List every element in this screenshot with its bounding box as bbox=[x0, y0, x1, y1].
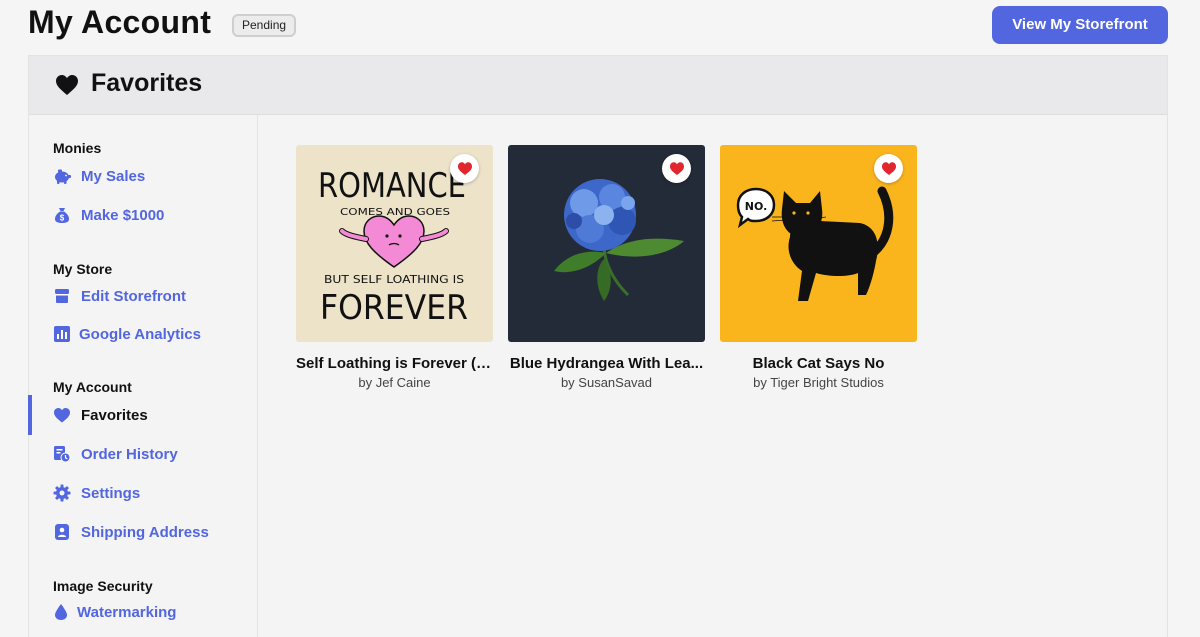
section-title-my-account: My Account bbox=[53, 379, 132, 395]
section-title-image-security: Image Security bbox=[53, 578, 153, 594]
artwork-title[interactable]: Self Loathing is Forever (c... bbox=[296, 355, 493, 372]
heart-icon bbox=[669, 162, 684, 175]
sidebar-item-label: Google Analytics bbox=[79, 325, 201, 343]
favorite-toggle-button[interactable] bbox=[662, 154, 691, 183]
sidebar-item-label: Make $1000 bbox=[81, 206, 165, 224]
money-bag-icon: $ bbox=[53, 206, 71, 224]
sidebar-item-label: My Sales bbox=[81, 167, 146, 185]
heart-icon bbox=[53, 406, 71, 424]
sidebar-item-label: Shipping Address bbox=[81, 523, 209, 541]
sidebar-item-settings[interactable]: Settings bbox=[53, 481, 140, 505]
bar-chart-icon bbox=[53, 325, 71, 343]
art-text: COMES AND GOES bbox=[340, 207, 450, 218]
artist-name[interactable]: by SusanSavad bbox=[508, 375, 705, 390]
sidebar: Monies My Sales $ Make $1000 My Store Ed… bbox=[28, 115, 258, 637]
artwork-title[interactable]: Blue Hydrangea With Lea... bbox=[508, 355, 705, 372]
page-header: My Account Pending View My Storefront bbox=[0, 0, 1200, 56]
sidebar-item-edit-storefront[interactable]: Edit Storefront bbox=[53, 284, 186, 308]
panel-header: Favorites bbox=[29, 56, 1167, 115]
receipt-clock-icon bbox=[53, 445, 71, 463]
sidebar-item-label: Watermarking bbox=[77, 603, 177, 621]
sidebar-item-my-sales[interactable]: My Sales bbox=[53, 164, 145, 188]
artwork-title[interactable]: Black Cat Says No bbox=[720, 355, 917, 372]
favorite-card[interactable]: ROMANCE COMES AND GOES BUT SELF LOATHING… bbox=[296, 145, 493, 390]
artwork-image[interactable]: ROMANCE COMES AND GOES BUT SELF LOATHING… bbox=[296, 145, 493, 342]
sidebar-item-favorites[interactable]: Favorites bbox=[53, 403, 148, 427]
active-indicator bbox=[28, 395, 32, 435]
sidebar-item-order-history[interactable]: Order History bbox=[53, 442, 178, 466]
artwork-image[interactable] bbox=[508, 145, 705, 342]
piggy-bank-icon bbox=[53, 167, 71, 185]
heart-icon bbox=[55, 74, 79, 96]
sidebar-item-watermarking[interactable]: Watermarking bbox=[53, 600, 176, 624]
artwork-image[interactable]: NO. bbox=[720, 145, 917, 342]
sidebar-item-google-analytics[interactable]: Google Analytics bbox=[53, 322, 201, 346]
art-text: ROMANCE bbox=[318, 166, 466, 206]
favorite-card[interactable]: NO. Black Cat Says No by Tiger Bright St… bbox=[720, 145, 917, 390]
sidebar-item-label: Edit Storefront bbox=[81, 287, 186, 305]
favorite-toggle-button[interactable] bbox=[450, 154, 479, 183]
page-title: My Account bbox=[28, 4, 212, 40]
address-book-icon bbox=[53, 523, 71, 541]
sidebar-item-shipping-address[interactable]: Shipping Address bbox=[53, 520, 209, 544]
section-title-monies: Monies bbox=[53, 140, 102, 156]
panel-title: Favorites bbox=[91, 69, 203, 97]
view-storefront-button[interactable]: View My Storefront bbox=[992, 6, 1168, 44]
sidebar-item-label: Favorites bbox=[81, 406, 148, 424]
heart-icon bbox=[881, 162, 896, 175]
heart-icon bbox=[457, 162, 472, 175]
art-text: BUT SELF LOATHING IS bbox=[324, 273, 464, 286]
sidebar-item-label: Settings bbox=[81, 484, 141, 502]
favorite-toggle-button[interactable] bbox=[874, 154, 903, 183]
art-text: FOREVER bbox=[320, 288, 468, 328]
art-text: NO. bbox=[745, 200, 768, 213]
droplet-icon bbox=[53, 603, 69, 621]
svg-text:$: $ bbox=[60, 214, 65, 223]
favorite-card[interactable]: Blue Hydrangea With Lea... by SusanSavad bbox=[508, 145, 705, 390]
artist-name[interactable]: by Jef Caine bbox=[296, 375, 493, 390]
sidebar-item-make-1000[interactable]: $ Make $1000 bbox=[53, 203, 164, 227]
gear-icon bbox=[53, 484, 71, 502]
sidebar-item-label: Order History bbox=[81, 445, 178, 463]
account-panel: Favorites Monies My Sales $ Make $1000 M… bbox=[28, 55, 1168, 637]
storefront-icon bbox=[53, 287, 71, 305]
artist-name[interactable]: by Tiger Bright Studios bbox=[720, 375, 917, 390]
status-badge: Pending bbox=[232, 14, 297, 37]
section-title-my-store: My Store bbox=[53, 261, 113, 277]
